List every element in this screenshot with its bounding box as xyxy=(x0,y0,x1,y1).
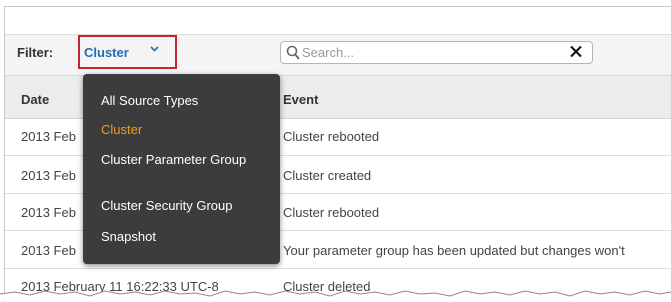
menu-item-cluster[interactable]: Cluster xyxy=(101,121,266,138)
torn-edge xyxy=(0,290,671,301)
table-row-event: Cluster created xyxy=(283,168,372,183)
row-divider xyxy=(5,268,671,269)
menu-item-cluster-parameter-group[interactable]: Cluster Parameter Group xyxy=(101,151,266,168)
menu-item-all-source-types[interactable]: All Source Types xyxy=(101,92,266,109)
search-input[interactable] xyxy=(302,44,542,61)
table-row-date: 2013 Feb xyxy=(21,205,76,220)
close-icon[interactable] xyxy=(569,44,583,59)
menu-item-snapshot[interactable]: Snapshot xyxy=(101,228,266,245)
filter-selected-value[interactable]: Cluster xyxy=(84,45,129,60)
menu-item-cluster-security-group[interactable]: Cluster Security Group xyxy=(101,197,266,214)
table-row-event: Cluster rebooted xyxy=(283,129,380,144)
table-row-event: Your parameter group has been updated bu… xyxy=(283,243,625,258)
table-row-date: 2013 Feb xyxy=(21,168,76,183)
column-header-date[interactable]: Date xyxy=(21,92,49,107)
table-row-date: 2013 Feb xyxy=(21,129,76,144)
chevron-down-icon[interactable] xyxy=(150,45,159,53)
table-row-date: 2013 Feb xyxy=(21,243,76,258)
column-header-event[interactable]: Event xyxy=(283,92,318,107)
search-icon xyxy=(286,45,300,60)
filter-label: Filter: xyxy=(17,45,54,60)
table-row-event: Cluster rebooted xyxy=(283,205,380,220)
